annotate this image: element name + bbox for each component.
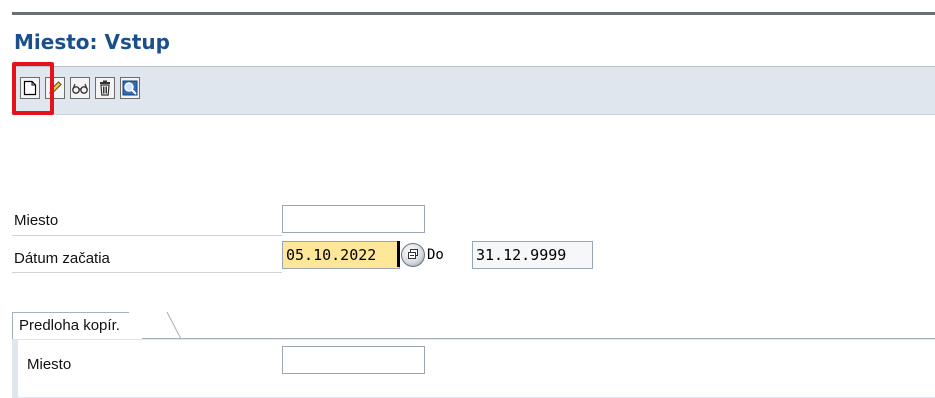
header-divider [12,12,935,15]
delete-button[interactable] [95,77,115,99]
location-input[interactable] [282,205,425,233]
date-picker-button[interactable] [401,243,425,267]
tab-slant-edge [166,312,182,339]
location-label: Miesto [14,212,59,229]
glasses-icon [71,81,89,95]
create-button[interactable] [20,77,40,99]
start-date-input[interactable] [282,241,400,269]
pencil-icon [47,80,63,96]
new-document-icon [23,80,37,96]
trash-icon [98,80,112,96]
magnifier-icon [122,80,138,96]
row-divider [12,235,282,236]
application-toolbar [12,66,935,115]
template-location-input[interactable] [282,346,425,374]
display-button[interactable] [70,77,90,99]
end-date-field [472,241,593,269]
find-button[interactable] [120,77,140,99]
calendar-icon [407,247,419,263]
start-date-label: Dátum začatia [14,250,110,267]
page-title: Miesto: Vstup [14,30,170,54]
change-button[interactable] [45,77,65,99]
template-location-label: Miesto [27,356,72,373]
row-divider [12,272,282,273]
copy-template-body [18,340,935,397]
text-cursor [397,241,400,267]
copy-template-tab: Predloha kopír. [12,312,143,339]
to-label: Do [427,247,444,263]
